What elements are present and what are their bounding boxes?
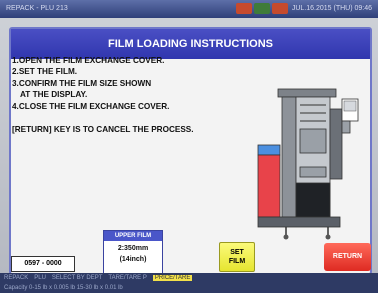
film-machine-illustration <box>257 88 359 240</box>
instruction-step: 4.CLOSE THE FILM EXCHANGE COVER. <box>12 101 170 111</box>
film-size-inch: (14inch) <box>119 256 147 263</box>
set-film-line2: FILM <box>228 258 246 265</box>
printer-icon <box>272 3 288 14</box>
set-film-button[interactable]: SET FILM <box>219 242 255 272</box>
return-button[interactable]: RETURN <box>324 243 371 271</box>
screen: REPACK - PLU 213 JUL.16.2015 (THU) 09:46… <box>0 0 378 293</box>
bottom-bar-item: PLU <box>34 275 46 281</box>
instructions-text: 1.OPEN THE FILM EXCHANGE COVER. 2.SET TH… <box>12 55 194 135</box>
instruction-step: 1.OPEN THE FILM EXCHANGE COVER. <box>12 56 165 65</box>
status-bar: REPACK - PLU 213 JUL.16.2015 (THU) 09:46 <box>0 0 378 18</box>
set-film-line1: SET <box>230 249 244 256</box>
status-icons <box>236 3 288 14</box>
network-icon <box>254 3 270 14</box>
counter-display: 0597 - 0000 <box>11 256 75 272</box>
capacity-text: Capacity 0-15 lb x 0.005 lb 15-30 lb x 0… <box>4 285 123 291</box>
instruction-step: 3.CONFIRM THE FILM SIZE SHOWN <box>12 78 152 88</box>
upper-film-label: UPPER FILM <box>104 231 162 241</box>
status-bar-datetime: JUL.16.2015 (THU) 09:46 <box>291 5 372 12</box>
film-size-mm: 2:350mm <box>117 245 149 252</box>
bottom-bar-item: PRICE/TARE <box>152 275 193 281</box>
instruction-step: AT THE DISPLAY. <box>20 90 88 100</box>
bottom-bar-item: SELECT BY DEPT <box>51 275 103 281</box>
bottom-bar-item: REPACK <box>4 275 29 281</box>
bottom-bar-items: REPACK PLU SELECT BY DEPT TARE/TARE P PR… <box>4 275 374 281</box>
bottom-status-bar: REPACK PLU SELECT BY DEPT TARE/TARE P PR… <box>0 273 378 293</box>
cancel-note: [RETURN] KEY IS TO CANCEL THE PROCESS. <box>12 125 194 135</box>
bottom-bar-item: TARE/TARE P <box>108 275 147 281</box>
alert-icon <box>236 3 252 14</box>
status-bar-left-text: REPACK - PLU 213 <box>6 5 68 12</box>
instruction-step: 2.SET THE FILM. <box>12 67 78 77</box>
upper-film-info: UPPER FILM 2:350mm (14inch) <box>103 230 163 274</box>
